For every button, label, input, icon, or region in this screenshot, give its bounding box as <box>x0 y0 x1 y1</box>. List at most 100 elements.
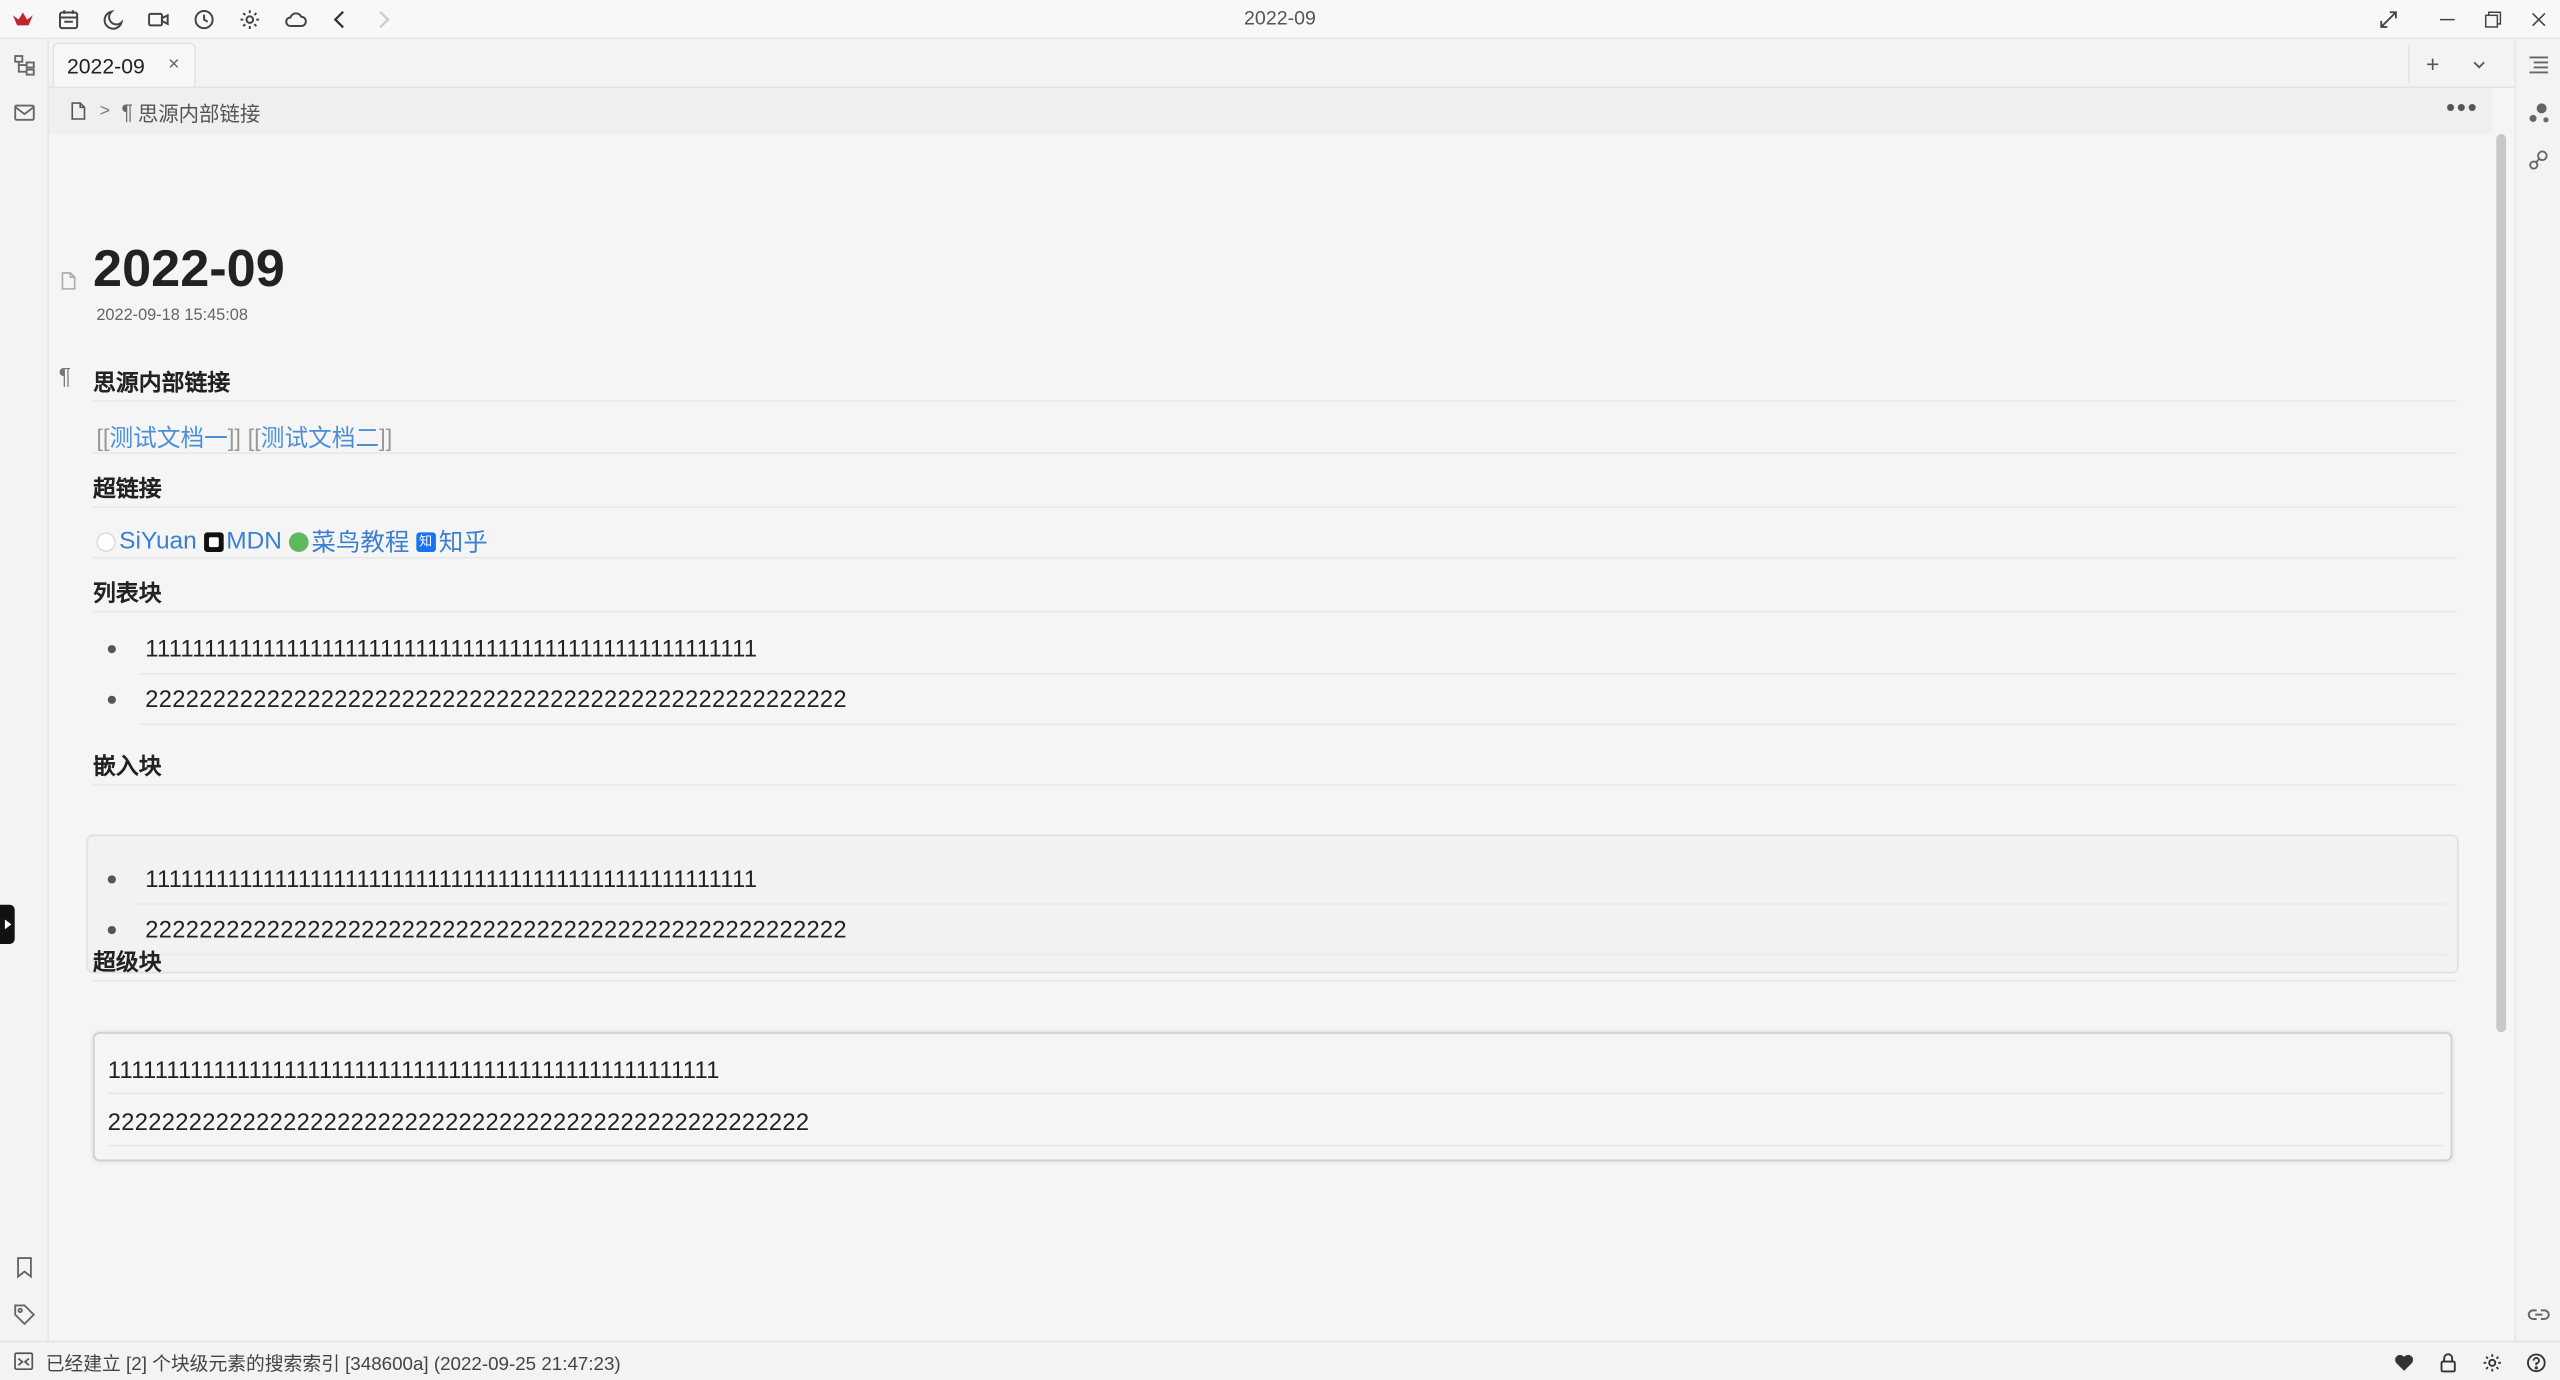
list-bullet-icon[interactable] <box>107 875 116 884</box>
zhihu-favicon-icon: 知 <box>415 531 436 552</box>
hyperlink-label: 知乎 <box>438 529 488 557</box>
divider <box>93 610 2458 613</box>
inbox-icon[interactable] <box>10 98 39 127</box>
siyuan-logo-icon[interactable] <box>8 5 37 34</box>
heart-icon[interactable] <box>2389 1347 2418 1376</box>
video-icon[interactable] <box>144 5 173 34</box>
list-item[interactable]: 2222222222222222222222222222222222222222… <box>93 905 2448 956</box>
hyperlink-zhihu[interactable]: 知 知乎 <box>415 524 488 558</box>
hyperlink-label: 菜鸟教程 <box>311 529 410 557</box>
help-icon[interactable] <box>2521 1347 2550 1376</box>
lock-icon[interactable] <box>2433 1347 2462 1376</box>
divider <box>93 400 2458 402</box>
divider <box>138 953 2448 956</box>
list-item[interactable]: 1111111111111111111111111111111111111111… <box>93 624 2458 675</box>
list-bullet-icon[interactable] <box>107 925 116 935</box>
restore-icon[interactable] <box>2473 3 2512 36</box>
list-item-text: 1111111111111111111111111111111111111111… <box>145 866 758 893</box>
breadcrumb: > ¶ 思源内部链接 ••• <box>48 88 2492 134</box>
hyperlink-siyuan[interactable]: SiYuan <box>96 527 197 556</box>
divider <box>107 1092 2445 1095</box>
hyperlink-runoob[interactable]: 菜鸟教程 <box>288 524 410 558</box>
hyperlink-label: SiYuan <box>119 527 197 556</box>
left-dock <box>0 39 49 1341</box>
ref-bracket: ]] <box>379 426 393 453</box>
list-bullet-icon[interactable] <box>107 695 116 704</box>
heading-hyperlinks[interactable]: 超链接 <box>93 472 162 505</box>
divider <box>93 556 2458 559</box>
ref-bracket: [[ <box>96 426 110 453</box>
divider <box>93 979 2458 982</box>
settings-icon[interactable] <box>2477 1347 2506 1376</box>
heading-internal-links[interactable]: 思源内部链接 <box>93 366 230 399</box>
tab-dropdown-icon[interactable] <box>2456 44 2502 83</box>
settings-icon[interactable] <box>235 5 264 34</box>
calendar-icon[interactable] <box>54 5 83 34</box>
outline-icon[interactable] <box>2524 51 2553 80</box>
doc-icon[interactable] <box>59 269 79 298</box>
forward-icon[interactable] <box>369 5 398 34</box>
breadcrumb-item[interactable]: ¶ 思源内部链接 <box>122 96 261 127</box>
cloud-icon[interactable] <box>281 5 310 34</box>
ref-bracket: ]] <box>227 426 242 453</box>
tab-bar: 2022-09 × + <box>48 39 2515 89</box>
status-message: 已经建立 [2] 个块级元素的搜索索引 [348600a] (2022-09-2… <box>45 1355 621 1376</box>
tab-actions: + <box>2408 44 2502 84</box>
ref-link-doc-2[interactable]: 测试文档二 <box>261 426 379 452</box>
file-tree-icon[interactable] <box>10 51 39 80</box>
divider <box>93 783 2458 786</box>
document-title[interactable]: 2022-09 <box>93 238 285 298</box>
paragraph-block-icon[interactable]: ¶ <box>59 363 71 389</box>
backlink-icon[interactable] <box>2524 1300 2553 1329</box>
super-block[interactable]: 1111111111111111111111111111111111111111… <box>93 1032 2453 1162</box>
document-content: 2022-09 2022-09-18 15:45:08 ¶ 思源内部链接 [[测… <box>49 134 2491 1341</box>
history-icon[interactable] <box>189 5 218 34</box>
scrollbar[interactable] <box>2495 133 2508 1341</box>
list-item[interactable]: 2222222222222222222222222222222222222222… <box>93 674 2458 726</box>
graph-icon[interactable] <box>2524 98 2553 127</box>
title-bar: 2022-09 <box>0 0 2560 40</box>
breadcrumb-doc-icon[interactable] <box>69 101 89 121</box>
divider <box>93 506 2458 508</box>
hyperlink-mdn[interactable]: MDN <box>203 527 282 556</box>
runoob-favicon-icon <box>288 531 309 552</box>
tab-2022-09[interactable]: 2022-09 × <box>52 42 196 87</box>
heading-embed-block[interactable]: 嵌入块 <box>93 750 162 783</box>
super-block-line[interactable]: 1111111111111111111111111111111111111111… <box>108 1058 720 1084</box>
tag-icon[interactable] <box>10 1300 39 1329</box>
embed-block[interactable]: 1111111111111111111111111111111111111111… <box>86 834 2459 974</box>
list-block: 1111111111111111111111111111111111111111… <box>93 624 2458 726</box>
heading-list-block[interactable]: 列表块 <box>93 576 162 609</box>
status-actions <box>2389 1347 2551 1376</box>
ref-link-doc-1[interactable]: 测试文档一 <box>109 426 227 452</box>
close-icon[interactable] <box>2519 3 2558 36</box>
embedded-list: 1111111111111111111111111111111111111111… <box>93 854 2448 956</box>
more-icon[interactable]: ••• <box>2446 95 2478 124</box>
mdn-favicon-icon <box>203 531 223 552</box>
heading-super-block[interactable]: 超级块 <box>93 946 162 979</box>
right-dock <box>2514 39 2560 1341</box>
super-block-line[interactable]: 2222222222222222222222222222222222222222… <box>108 1111 810 1137</box>
minimize-icon[interactable] <box>2428 3 2467 36</box>
ref-links-paragraph[interactable]: [[测试文档一]] [[测试文档二]] <box>96 420 392 454</box>
list-item-text: 2222222222222222222222222222222222222222… <box>145 686 847 713</box>
dock-toggle-icon[interactable] <box>13 1351 36 1374</box>
list-item[interactable]: 1111111111111111111111111111111111111111… <box>93 854 2448 905</box>
tab-close-icon[interactable]: × <box>168 52 179 75</box>
breadcrumb-separator-icon: > <box>99 101 111 121</box>
breadcrumb-label: 思源内部链接 <box>137 102 261 125</box>
list-bullet-icon[interactable] <box>107 645 116 654</box>
tab-label: 2022-09 <box>66 53 145 78</box>
editor-panel: > ¶ 思源内部链接 ••• 2022-09 2022-09-18 15:45:… <box>48 88 2515 1341</box>
list-item-text: 1111111111111111111111111111111111111111… <box>145 636 758 663</box>
scrollbar-thumb[interactable] <box>2496 133 2507 1033</box>
new-tab-button[interactable]: + <box>2410 44 2456 83</box>
global-graph-icon[interactable] <box>2524 145 2553 174</box>
back-icon[interactable] <box>325 5 354 34</box>
expand-panel-toggle[interactable] <box>0 904 15 944</box>
hyperlink-label: MDN <box>226 527 282 556</box>
fullscreen-icon[interactable] <box>2369 3 2408 36</box>
moon-icon[interactable] <box>100 5 129 34</box>
bookmark-icon[interactable] <box>10 1253 39 1282</box>
divider <box>138 723 2458 726</box>
